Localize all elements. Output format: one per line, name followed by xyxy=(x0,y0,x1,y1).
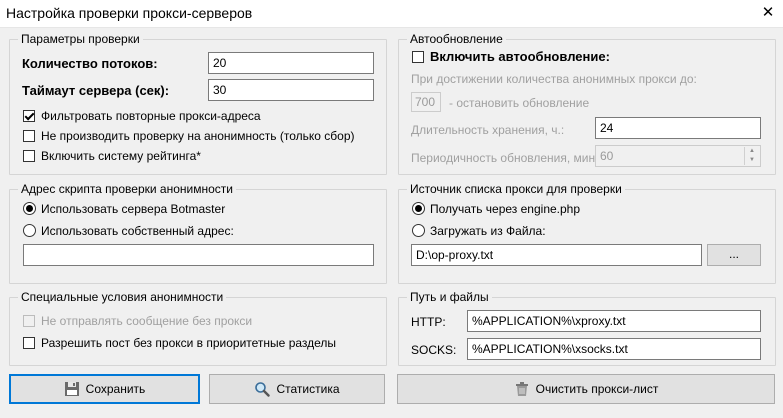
no-anonymity-check-checkbox[interactable] xyxy=(23,130,35,142)
retention-input[interactable]: 24 xyxy=(595,117,761,139)
save-button[interactable]: Сохранить xyxy=(9,374,200,404)
anon-script-group: Адрес скрипта проверки анонимности Испол… xyxy=(9,182,387,284)
window-title: Настройка проверки прокси-серверов xyxy=(6,5,253,21)
timeout-input[interactable]: 30 xyxy=(208,79,374,101)
settings-window: Настройка проверки прокси-серверов ✕ Пар… xyxy=(0,0,783,418)
group-title: Специальные условия анонимности xyxy=(18,290,227,304)
spinner-arrows[interactable]: ▲ ▼ xyxy=(744,147,759,165)
statistics-button[interactable]: Статистика xyxy=(209,374,385,404)
file-label: Загружать из Файла: xyxy=(430,224,546,238)
auto-update-group: Автообновление Включить автообновление: … xyxy=(398,32,776,175)
botmaster-radio[interactable] xyxy=(23,202,36,215)
engine-label: Получать через engine.php xyxy=(430,202,581,216)
group-title: Автообновление xyxy=(407,32,506,46)
statistics-button-label: Статистика xyxy=(276,382,340,396)
threshold-input[interactable]: 700 xyxy=(411,92,441,112)
period-value: 60 xyxy=(600,149,614,163)
rating-system-checkbox[interactable] xyxy=(23,150,35,162)
allow-post-checkbox[interactable] xyxy=(23,337,35,349)
no-anonymity-check-label: Не производить проверку на анонимность (… xyxy=(41,129,355,143)
socks-path-input[interactable]: %APPLICATION%\xsocks.txt xyxy=(467,338,761,360)
magnifier-icon xyxy=(255,382,271,397)
browse-button[interactable]: ... xyxy=(707,244,761,266)
proxy-source-group: Источник списка прокси для проверки Полу… xyxy=(398,182,776,284)
stop-update-text: - остановить обновление xyxy=(449,96,590,110)
close-icon[interactable]: ✕ xyxy=(759,4,777,22)
period-spinner[interactable]: 60 ▲ ▼ xyxy=(595,145,761,167)
group-title: Путь и файлы xyxy=(407,290,492,304)
save-button-label: Сохранить xyxy=(85,382,146,396)
title-bar: Настройка проверки прокси-серверов ✕ xyxy=(0,0,783,28)
auto-update-label: Включить автообновление: xyxy=(430,49,610,64)
http-path-input[interactable]: %APPLICATION%\xproxy.txt xyxy=(467,310,761,332)
special-conditions-group: Специальные условия анонимности Не отпра… xyxy=(9,290,387,366)
threshold-text: При достижении количества анонимных прок… xyxy=(411,72,697,86)
check-params-group: Параметры проверки Количество потоков: 2… xyxy=(9,32,387,175)
group-title: Параметры проверки xyxy=(18,32,143,46)
allow-post-label: Разрешить пост без прокси в приоритетные… xyxy=(41,336,337,350)
clear-proxy-list-label: Очистить прокси-лист xyxy=(535,382,659,396)
custom-address-input[interactable] xyxy=(23,244,374,266)
period-label: Периодичность обновления, мин.: xyxy=(411,151,602,165)
group-title: Адрес скрипта проверки анонимности xyxy=(18,182,236,196)
filter-duplicates-checkbox[interactable] xyxy=(23,110,35,122)
retention-label: Длительность хранения, ч.: xyxy=(411,123,565,137)
spin-up-icon[interactable]: ▲ xyxy=(745,147,759,156)
file-path-input[interactable]: D:\op-proxy.txt xyxy=(411,244,702,266)
spin-down-icon[interactable]: ▼ xyxy=(745,156,759,165)
save-icon xyxy=(64,382,79,396)
threads-input[interactable]: 20 xyxy=(208,52,374,74)
threads-label: Количество потоков: xyxy=(22,56,158,71)
custom-address-radio[interactable] xyxy=(23,224,36,237)
paths-group: Путь и файлы HTTP: %APPLICATION%\xproxy.… xyxy=(398,290,776,366)
custom-address-label: Использовать собственный адрес: xyxy=(41,224,234,238)
no-send-label: Не отправлять сообщение без прокси xyxy=(41,314,253,328)
timeout-label: Таймаут сервера (сек): xyxy=(22,83,170,98)
trash-icon xyxy=(515,382,528,396)
file-radio[interactable] xyxy=(412,224,425,237)
http-label: HTTP: xyxy=(411,315,446,329)
no-send-checkbox[interactable] xyxy=(23,315,35,327)
engine-radio[interactable] xyxy=(412,202,425,215)
clear-proxy-list-button[interactable]: Очистить прокси-лист xyxy=(397,374,775,404)
botmaster-label: Использовать сервера Botmaster xyxy=(41,202,226,216)
auto-update-checkbox[interactable] xyxy=(412,51,424,63)
group-title: Источник списка прокси для проверки xyxy=(407,182,625,196)
rating-system-label: Включить систему рейтинга* xyxy=(41,149,201,163)
filter-duplicates-label: Фильтровать повторные прокси-адреса xyxy=(41,109,261,123)
socks-label: SOCKS: xyxy=(411,343,457,357)
